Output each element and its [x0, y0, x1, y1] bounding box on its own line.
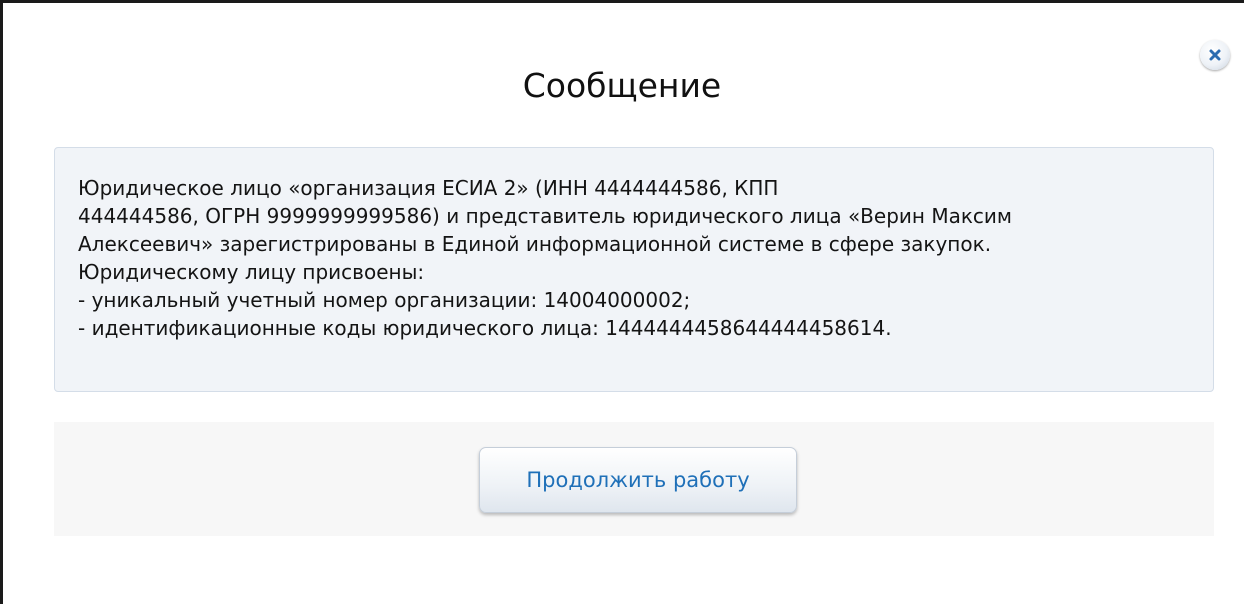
message-line: 444444586, ОГРН 9999999999586) и предста… [78, 204, 1013, 228]
dialog-footer: Продолжить работу [54, 422, 1214, 536]
message-line: Алексеевич» зарегистрированы в Единой ин… [78, 232, 992, 256]
close-icon [1209, 49, 1221, 61]
continue-button[interactable]: Продолжить работу [479, 447, 797, 513]
message-line: Юридическое лицо «организация ЕСИА 2» (И… [78, 176, 779, 200]
message-dialog: Сообщение Юридическое лицо «организация … [0, 0, 1244, 604]
dialog-title: Сообщение [522, 66, 722, 105]
message-line: - идентификационные коды юридического ли… [78, 316, 892, 340]
message-line: Юридическому лицу присвоены: [78, 260, 425, 284]
message-box: Юридическое лицо «организация ЕСИА 2» (И… [54, 147, 1214, 392]
message-line: - уникальный учетный номер организации: … [78, 288, 691, 312]
